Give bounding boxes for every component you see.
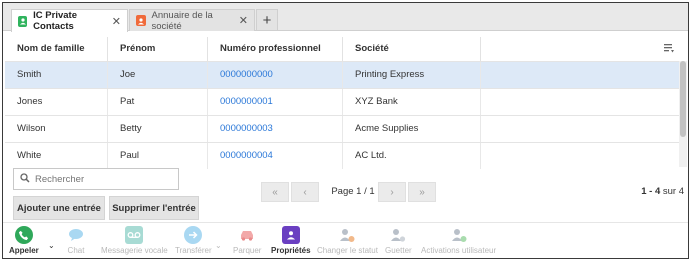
chat-button[interactable]: Chat [67,226,85,255]
search-icon [20,172,30,186]
add-tab-button[interactable]: + [256,9,278,31]
chat-icon [67,226,85,244]
watch-button[interactable]: Guetter [385,226,412,255]
cell-first-name: Pat [108,89,208,115]
park-button[interactable]: Parquer [233,226,261,255]
column-header-last-name[interactable]: Nom de famille [5,37,108,61]
record-count: 1 - 4 sur 4 [641,182,684,202]
cell-phone-link[interactable]: 0000000003 [208,116,343,142]
watch-icon [389,226,407,244]
cell-first-name: Paul [108,143,208,169]
tool-label: Appeler [9,246,39,255]
park-car-icon [238,226,256,244]
app-window: IC Private Contacts ✕ Annuaire de la soc… [2,2,689,259]
bottom-toolbar: Appeler ⌄ Chat Messagerie vocale Transfé… [3,222,688,258]
close-icon[interactable]: ✕ [239,14,248,27]
properties-button[interactable]: Propriétés [271,226,311,255]
tool-label: Transférer [175,246,212,255]
contacts-table: Nom de famille Prénom Numéro professionn… [5,37,679,169]
tool-label: Chat [67,246,85,255]
contacts-book-icon [18,15,28,27]
change-status-icon [338,226,356,244]
cell-company: AC Ltd. [343,143,481,169]
properties-icon [281,226,300,244]
cell-empty [481,143,671,169]
cell-last-name: Smith [5,62,108,88]
cell-last-name: Wilson [5,116,108,142]
tab-label: IC Private Contacts [33,10,77,32]
tool-label: Propriétés [271,246,311,255]
table-row[interactable]: Jones Pat 0000000001 XYZ Bank [5,88,679,115]
cell-last-name: Jones [5,89,108,115]
first-page-button[interactable]: « [261,182,289,202]
table-header: Nom de famille Prénom Numéro professionn… [5,37,679,61]
cell-company: XYZ Bank [343,89,481,115]
cell-phone-link[interactable]: 0000000001 [208,89,343,115]
transfer-button[interactable]: Transférer [175,226,212,255]
tab-bar: IC Private Contacts ✕ Annuaire de la soc… [3,3,688,32]
tool-label: Changer le statut [317,246,378,255]
add-entry-button[interactable]: Ajouter une entrée [13,196,105,220]
transfer-options-chevron-down-icon[interactable]: ⌄ [215,241,222,250]
column-header-empty [481,37,671,61]
page-indicator: Page 1 / 1 [331,186,375,197]
table-row[interactable]: White Paul 0000000004 AC Ltd. [5,142,679,169]
vertical-scrollbar[interactable] [679,61,687,167]
tool-label: Parquer [233,246,262,255]
tool-label: Guetter [385,246,412,255]
tool-label: Activations utilisateur [421,246,497,255]
record-total: sur 4 [660,186,684,197]
call-options-chevron-down-icon[interactable]: ⌄ [48,241,55,250]
user-activations-button[interactable]: Activations utilisateur [421,226,496,255]
scrollbar-thumb[interactable] [680,61,686,137]
cell-empty [481,89,671,115]
table-row[interactable]: Smith Joe 0000000000 Printing Express [5,61,679,88]
cell-empty [481,62,671,88]
previous-page-button[interactable]: ‹ [291,182,319,202]
cell-company: Printing Express [343,62,481,88]
voicemail-button[interactable]: Messagerie vocale [101,226,168,255]
table-row[interactable]: Wilson Betty 0000000003 Acme Supplies [5,115,679,142]
close-icon[interactable]: ✕ [112,15,121,28]
tool-label: Messagerie vocale [101,246,168,255]
user-activations-icon [450,226,468,244]
cell-empty [481,116,671,142]
tab-label: Annuaire de la société [151,9,213,32]
search-box[interactable] [13,168,179,190]
voicemail-icon [125,226,144,244]
cell-first-name: Joe [108,62,208,88]
record-range: 1 - 4 [641,186,661,197]
next-page-button[interactable]: › [378,182,406,202]
cell-company: Acme Supplies [343,116,481,142]
cell-last-name: White [5,143,108,169]
company-directory-icon [136,15,146,26]
change-status-button[interactable]: Changer le statut [317,226,378,255]
cell-first-name: Betty [108,116,208,142]
cell-phone-link[interactable]: 0000000000 [208,62,343,88]
cell-phone-link[interactable]: 0000000004 [208,143,343,169]
column-header-company[interactable]: Société [343,37,481,61]
call-button[interactable]: Appeler [9,226,39,255]
last-page-button[interactable]: » [408,182,436,202]
column-menu-icon[interactable] [663,42,675,54]
tab-annuaire[interactable]: Annuaire de la société ✕ [129,9,255,32]
column-header-first-name[interactable]: Prénom [108,37,208,61]
phone-icon [14,226,33,244]
tab-ic-private-contacts[interactable]: IC Private Contacts ✕ [11,9,128,32]
transfer-icon [184,226,203,244]
search-input[interactable] [35,173,165,185]
delete-entry-button[interactable]: Supprimer l'entrée [109,196,199,220]
column-header-phone[interactable]: Numéro professionnel [208,37,343,61]
